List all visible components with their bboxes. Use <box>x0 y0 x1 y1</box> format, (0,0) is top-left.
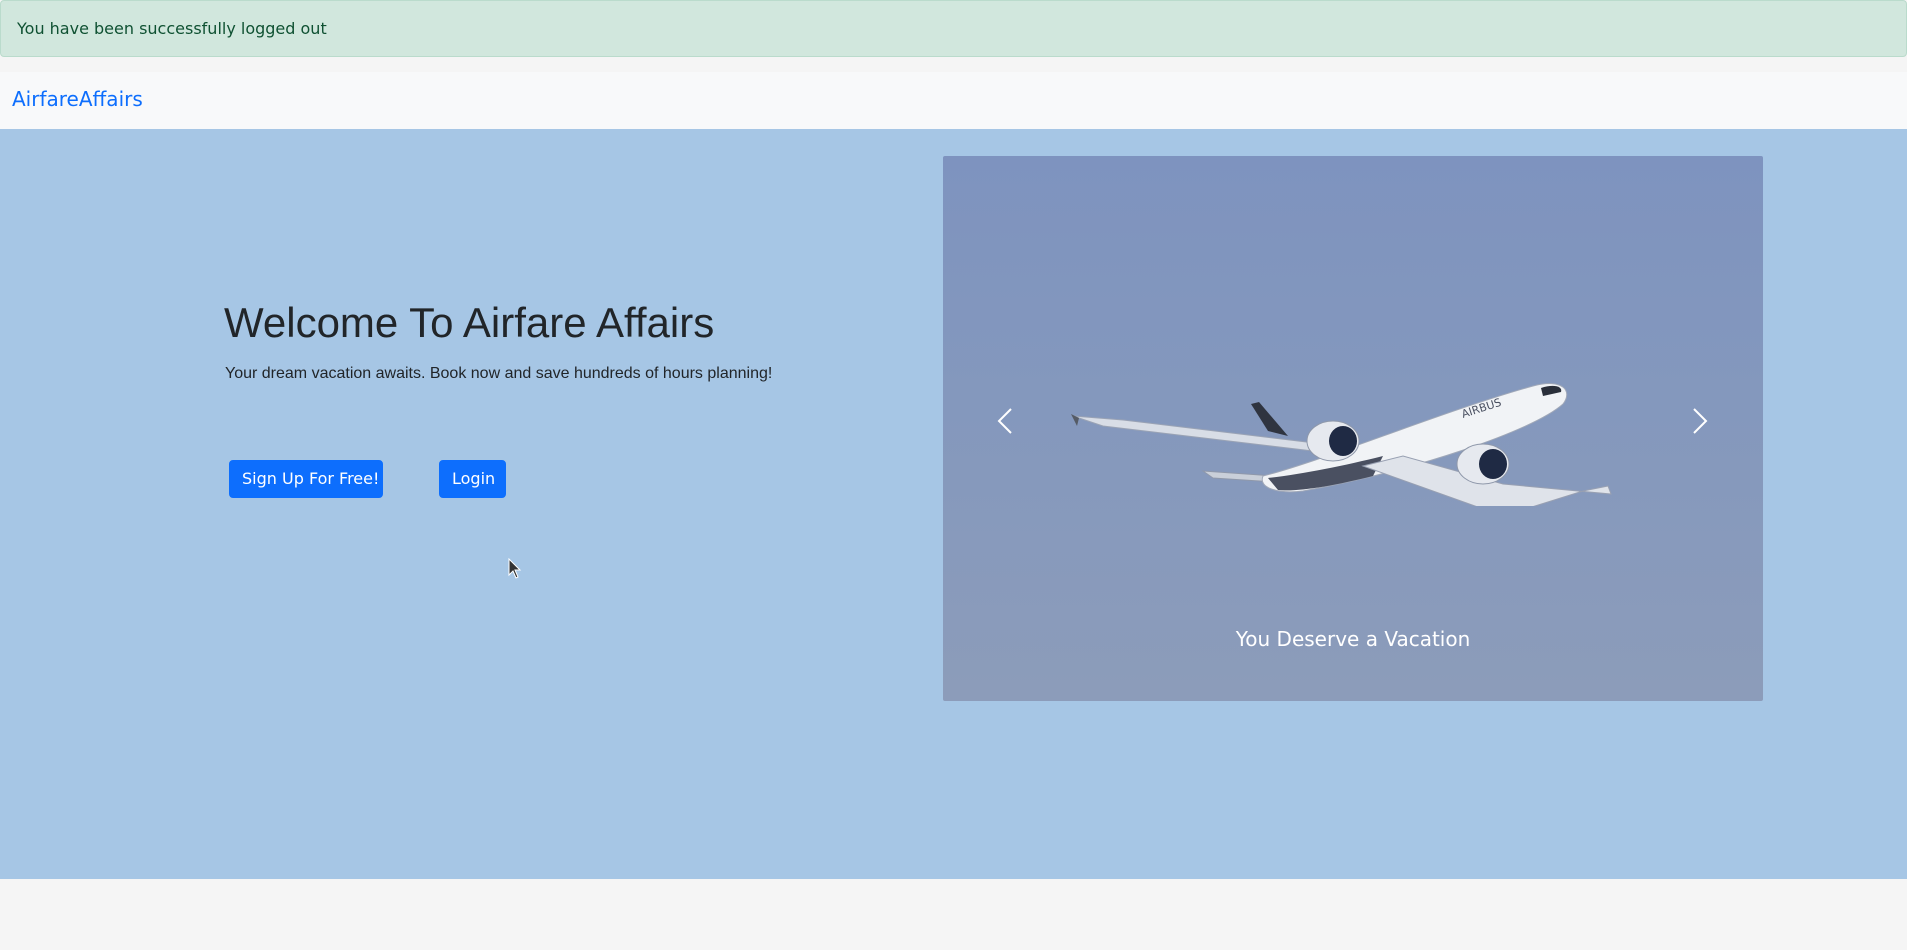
carousel-next-button[interactable] <box>1680 391 1720 451</box>
login-button[interactable]: Login <box>439 460 506 498</box>
hero-subtitle: Your dream vacation awaits. Book now and… <box>225 365 773 382</box>
hero-section: Welcome To Airfare Affairs Your dream va… <box>0 129 1907 879</box>
alert-message: You have been successfully logged out <box>17 19 327 38</box>
carousel-prev-button[interactable] <box>985 391 1025 451</box>
image-carousel: AIRBUS You Deserve a Vacation <box>943 156 1763 701</box>
mouse-pointer-icon <box>508 558 522 579</box>
carousel-caption: You Deserve a Vacation <box>1235 627 1471 651</box>
chevron-left-icon <box>997 408 1012 434</box>
sign-up-button[interactable]: Sign Up For Free! <box>229 460 383 498</box>
page-footer-strip <box>0 879 1907 950</box>
airplane-image: AIRBUS <box>1071 383 1612 506</box>
top-navbar: AirfareAffairs <box>0 72 1907 129</box>
logout-success-alert: You have been successfully logged out <box>0 0 1907 57</box>
brand-link[interactable]: AirfareAffairs <box>12 87 143 111</box>
chevron-right-icon <box>1693 408 1708 434</box>
hero-title: Welcome To Airfare Affairs <box>224 299 715 346</box>
